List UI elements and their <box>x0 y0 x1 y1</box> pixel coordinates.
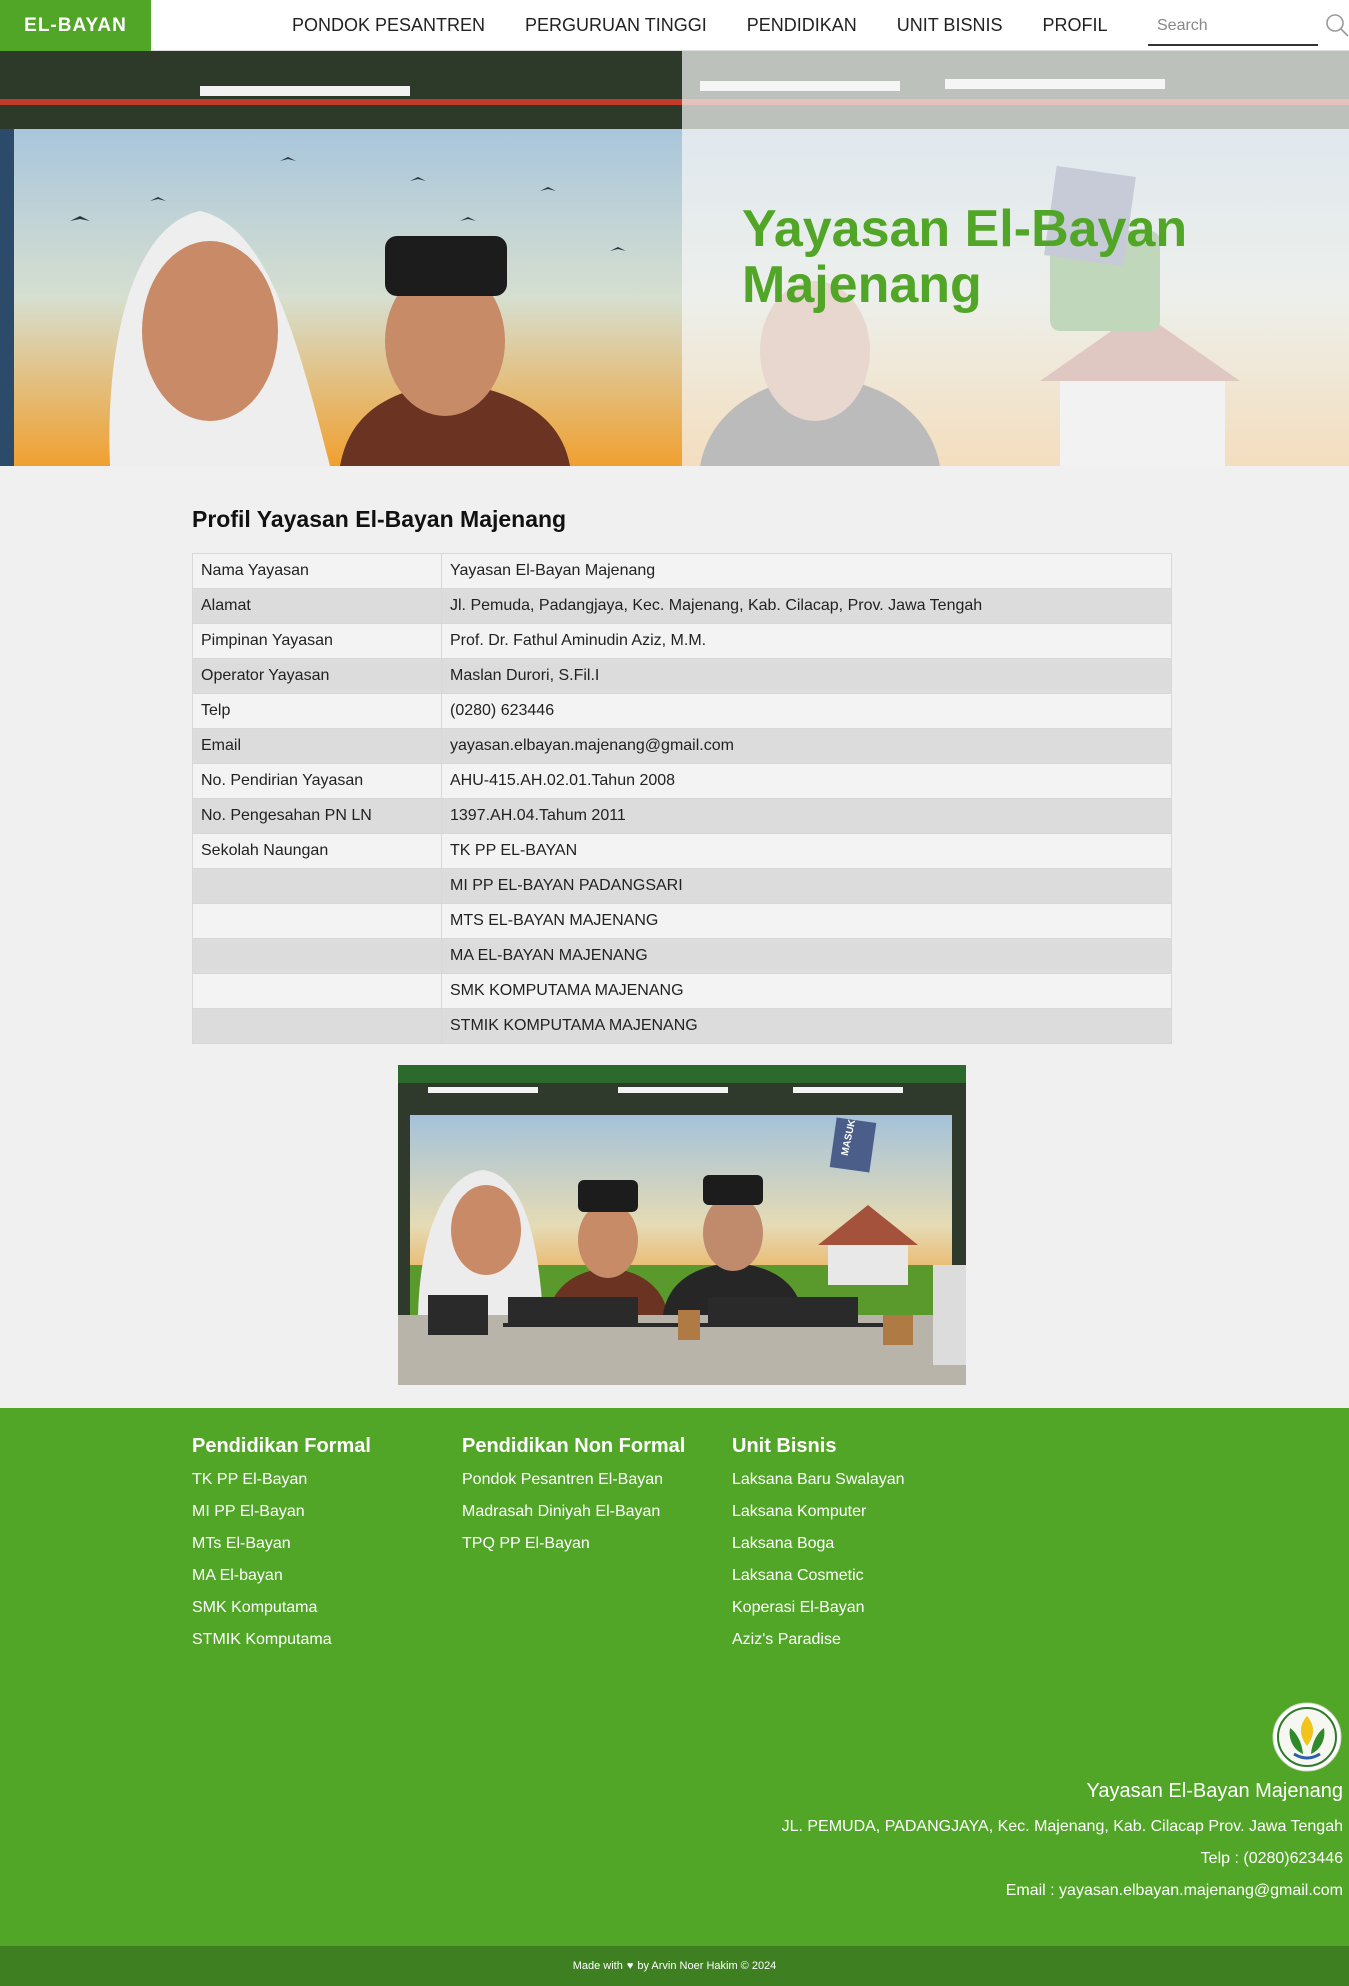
nav-link-pondok-pesantren[interactable]: PONDOK PESANTREN <box>292 15 485 36</box>
row-label: Pimpinan Yayasan <box>192 623 442 659</box>
row-value: TK PP EL-BAYAN <box>441 833 1172 869</box>
footer-link[interactable]: TPQ PP El-Bayan <box>462 1535 685 1567</box>
table-row: No. Pendirian Yayasan AHU-415.AH.02.01.Ta… <box>192 763 1172 799</box>
row-label <box>192 868 442 904</box>
table-row: No. Pengesahan PN LN 1397.AH.04.Tahum 201… <box>192 798 1172 834</box>
credit-prefix: Made with <box>572 1960 623 1972</box>
search-input[interactable] <box>1148 8 1318 44</box>
footer-link[interactable]: Laksana Baru Swalayan <box>732 1471 905 1503</box>
footer-col-title: Pendidikan Formal <box>192 1435 371 1457</box>
table-row: Pimpinan Yayasan Prof. Dr. Fathul Aminudi… <box>192 623 1172 659</box>
footer-link[interactable]: Laksana Komputer <box>732 1503 905 1535</box>
footer-col-title: Unit Bisnis <box>732 1435 837 1457</box>
footer-link[interactable]: MI PP El-Bayan <box>192 1503 371 1535</box>
row-value: yayasan.elbayan.majenang@gmail.com <box>441 728 1172 764</box>
footer-link[interactable]: MA El-bayan <box>192 1567 371 1599</box>
row-value: Prof. Dr. Fathul Aminudin Aziz, M.M. <box>441 623 1172 659</box>
nav-link-profil[interactable]: PROFIL <box>1042 15 1107 36</box>
footer-link[interactable]: Aziz's Paradise <box>732 1631 905 1663</box>
row-label <box>192 973 442 1009</box>
row-label <box>192 903 442 939</box>
footer-address: JL. PEMUDA, PADANGJAYA, Kec. Majenang, K… <box>781 1818 1343 1835</box>
heart-icon: ♥ <box>626 1960 634 1972</box>
footer-link[interactable]: Laksana Cosmetic <box>732 1567 905 1599</box>
footer-link[interactable]: STMIK Komputama <box>192 1631 371 1663</box>
row-value: (0280) 623446 <box>441 693 1172 729</box>
row-label: Sekolah Naungan <box>192 833 442 869</box>
mural-image: MASUK <box>398 1065 966 1385</box>
footer-link[interactable]: SMK Komputama <box>192 1599 371 1631</box>
row-label: Alamat <box>192 588 442 624</box>
hero-title: Yayasan El-Bayan Majenang <box>742 200 1188 314</box>
footer-link[interactable]: Pondok Pesantren El-Bayan <box>462 1471 685 1503</box>
search-box <box>1148 8 1318 46</box>
profile-section-title: Profil Yayasan El-Bayan Majenang <box>192 506 567 532</box>
table-row: Email yayasan.elbayan.majenang@gmail.com <box>192 728 1172 764</box>
row-value: MTS EL-BAYAN MAJENANG <box>441 903 1172 939</box>
nav-link-unit-bisnis[interactable]: UNIT BISNIS <box>897 15 1003 36</box>
top-navbar: EL-BAYAN PONDOK PESANTREN PERGURUAN TING… <box>0 0 1349 51</box>
row-label <box>192 1008 442 1044</box>
row-label: No. Pendirian Yayasan <box>192 763 442 799</box>
table-row: MTS EL-BAYAN MAJENANG <box>192 903 1172 939</box>
footer-col-title: Pendidikan Non Formal <box>462 1435 686 1457</box>
footer-org-name: Yayasan El-Bayan Majenang <box>1086 1780 1343 1802</box>
row-value: Yayasan El-Bayan Majenang <box>441 553 1172 589</box>
footer-col-bisnis: Unit Bisnis Laksana Baru Swalayan Laksan… <box>732 1435 905 1663</box>
row-value: SMK KOMPUTAMA MAJENANG <box>441 973 1172 1009</box>
row-value: 1397.AH.04.Tahum 2011 <box>441 798 1172 834</box>
mural-photo: MASUK <box>398 1065 966 1385</box>
table-row: Telp (0280) 623446 <box>192 693 1172 729</box>
table-row: STMIK KOMPUTAMA MAJENANG <box>192 1008 1172 1044</box>
table-row: MI PP EL-BAYAN PADANGSARI <box>192 868 1172 904</box>
site-footer: Pendidikan Formal TK PP El-Bayan MI PP E… <box>0 1408 1349 1946</box>
credit-suffix: by Arvin Noer Hakim © 2024 <box>637 1960 777 1972</box>
row-value: MI PP EL-BAYAN PADANGSARI <box>441 868 1172 904</box>
table-row: Nama Yayasan Yayasan El-Bayan Majenang <box>192 553 1172 589</box>
table-row: Alamat Jl. Pemuda, Padangjaya, Kec. Majen… <box>192 588 1172 624</box>
foundation-logo <box>1272 1702 1342 1772</box>
nav-menu: PONDOK PESANTREN PERGURUAN TINGGI PENDID… <box>292 0 1107 51</box>
row-label: Operator Yayasan <box>192 658 442 694</box>
footer-link[interactable]: TK PP El-Bayan <box>192 1471 371 1503</box>
row-label: Email <box>192 728 442 764</box>
row-value: AHU-415.AH.02.01.Tahun 2008 <box>441 763 1172 799</box>
nav-link-perguruan-tinggi[interactable]: PERGURUAN TINGGI <box>525 15 707 36</box>
table-row: SMK KOMPUTAMA MAJENANG <box>192 973 1172 1009</box>
row-label: No. Pengesahan PN LN <box>192 798 442 834</box>
footer-email: Email : yayasan.elbayan.majenang@gmail.c… <box>1005 1882 1343 1899</box>
table-row: Operator Yayasan Maslan Durori, S.Fil.I <box>192 658 1172 694</box>
hero-banner: Yayasan El-Bayan Majenang <box>0 51 1349 466</box>
main-content: Profil Yayasan El-Bayan Majenang Nama Ya… <box>0 466 1349 1408</box>
credit-bar: Made with ♥ by Arvin Noer Hakim © 2024 <box>0 1946 1349 1986</box>
footer-col-nonformal: Pendidikan Non Formal Pondok Pesantren E… <box>462 1435 685 1567</box>
row-label <box>192 938 442 974</box>
row-value: Jl. Pemuda, Padangjaya, Kec. Majenang, K… <box>441 588 1172 624</box>
footer-telp: Telp : (0280)623446 <box>1200 1850 1343 1867</box>
table-row: Sekolah Naungan TK PP EL-BAYAN <box>192 833 1172 869</box>
row-label: Nama Yayasan <box>192 553 442 589</box>
nav-link-pendidikan[interactable]: PENDIDIKAN <box>747 15 857 36</box>
footer-link[interactable]: MTs El-Bayan <box>192 1535 371 1567</box>
footer-col-formal: Pendidikan Formal TK PP El-Bayan MI PP E… <box>192 1435 371 1663</box>
row-value: Maslan Durori, S.Fil.I <box>441 658 1172 694</box>
footer-link[interactable]: Koperasi El-Bayan <box>732 1599 905 1631</box>
footer-link[interactable]: Madrasah Diniyah El-Bayan <box>462 1503 685 1535</box>
footer-link[interactable]: Laksana Boga <box>732 1535 905 1567</box>
table-row: MA EL-BAYAN MAJENANG <box>192 938 1172 974</box>
row-value: MA EL-BAYAN MAJENANG <box>441 938 1172 974</box>
row-label: Telp <box>192 693 442 729</box>
brand-logo[interactable]: EL-BAYAN <box>0 0 151 51</box>
row-value: STMIK KOMPUTAMA MAJENANG <box>441 1008 1172 1044</box>
profile-table: Nama Yayasan Yayasan El-Bayan Majenang Al… <box>192 553 1172 1044</box>
search-icon[interactable] <box>1325 13 1349 37</box>
